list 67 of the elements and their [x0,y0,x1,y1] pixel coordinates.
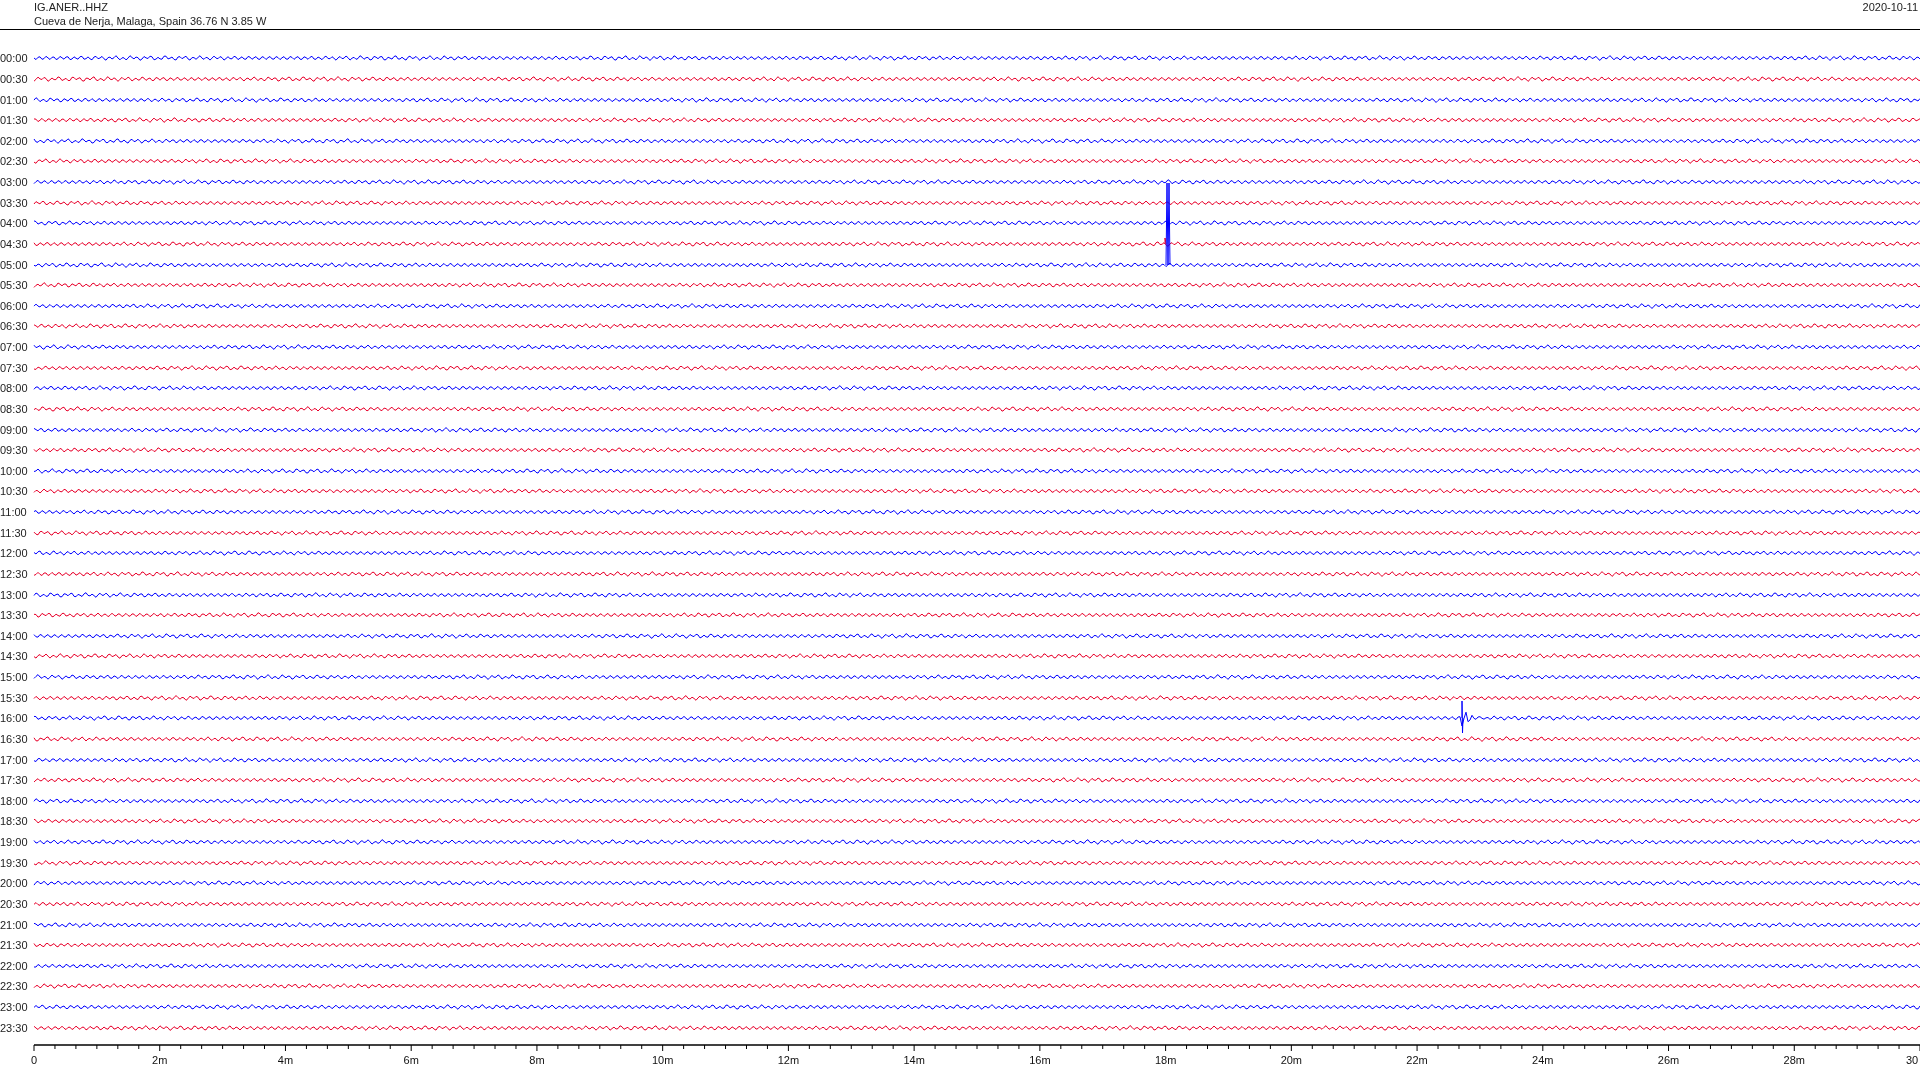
time-label: 09:30 [0,444,29,457]
time-label: 06:00 [0,299,29,312]
time-label: 08:00 [0,382,29,395]
time-label: 18:00 [0,794,29,807]
time-label: 03:30 [0,196,29,209]
time-label: 19:00 [0,836,29,849]
axis-label: 30 [1905,1054,1919,1066]
time-label: 11:00 [0,506,28,519]
time-label: 06:30 [0,320,29,333]
time-label: 12:00 [0,547,29,560]
axis-label: 24m [1532,1054,1554,1066]
axis-label: 4m [277,1054,294,1066]
time-label: 21:00 [0,918,29,931]
channel-title: IG.ANER..HHZ [34,0,109,14]
time-label: 23:30 [0,1021,29,1034]
time-label: 02:00 [0,134,29,147]
time-label: 00:00 [0,52,29,65]
time-label: 18:30 [0,815,29,828]
time-label: 00:30 [0,72,29,85]
time-label: 14:00 [0,629,29,642]
time-label: 16:30 [0,732,29,745]
axis-label: 20m [1280,1054,1303,1066]
date-label: 2020-10-11 [1862,0,1918,15]
axis-label: 26m [1657,1054,1680,1066]
time-label: 17:00 [0,753,29,766]
time-label: 19:30 [0,856,29,869]
time-label: 08:30 [0,402,29,415]
time-label: 15:00 [0,671,29,684]
axis-label: 28m [1783,1054,1805,1066]
axis-label: 16m [1029,1054,1051,1066]
time-label: 15:30 [0,691,29,704]
axis-label: 0 [30,1054,38,1066]
axis-label: 2m [152,1054,168,1066]
axis-label: 10m [651,1054,674,1066]
time-label: 22:00 [0,959,29,972]
time-label: 04:00 [0,217,29,230]
time-label: 13:00 [0,588,29,601]
axis-label: 12m [777,1054,800,1066]
axis-label: 6m [403,1054,419,1066]
time-label: 04:30 [0,237,29,250]
time-label: 12:30 [0,567,29,580]
time-label: 14:30 [0,650,29,663]
axis-label: 14m [903,1054,925,1066]
time-label: 01:30 [0,114,29,127]
time-label: 10:00 [0,464,29,477]
time-label: 10:30 [0,485,29,498]
time-label: 05:30 [0,279,29,292]
time-label: 09:00 [0,423,29,436]
axis-label: 18m [1154,1054,1177,1066]
time-label: 02:30 [0,155,29,168]
time-label: 13:30 [0,609,29,622]
time-label: 01:00 [0,93,29,106]
time-label: 07:00 [0,341,29,354]
time-label: 23:00 [0,1001,29,1014]
time-label: 05:00 [0,258,29,271]
time-label: 17:30 [0,774,29,787]
time-label: 20:00 [0,877,29,890]
axis-label: 22m [1406,1054,1428,1066]
time-label: 22:30 [0,980,29,993]
axis-label: 8m [529,1054,545,1066]
time-label: 03:00 [0,176,29,189]
time-label: 16:00 [0,712,29,725]
time-label: 07:30 [0,361,29,374]
time-label: 20:30 [0,897,29,910]
time-label: 11:30 [0,526,28,539]
time-label: 21:30 [0,939,29,952]
station-location: Cueva de Nerja, Malaga, Spain 36.76 N 3.85 W [34,14,267,28]
